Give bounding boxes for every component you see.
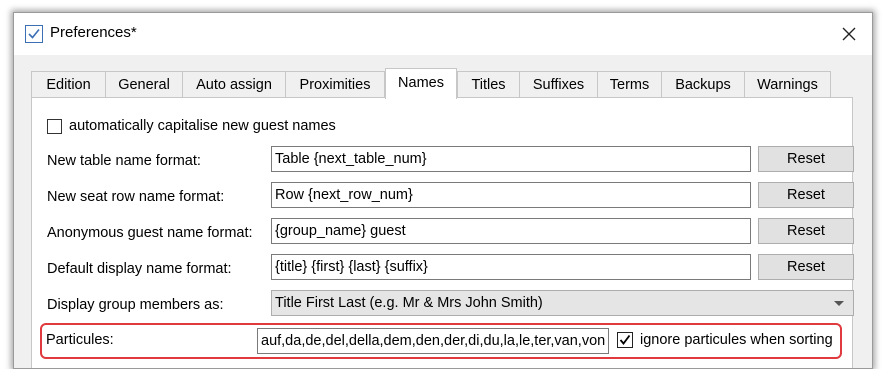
table-format-label: New table name format: — [47, 153, 201, 169]
display-group-select[interactable]: Title First Last (e.g. Mr & Mrs John Smi… — [271, 290, 854, 316]
display-name-format-reset-button[interactable]: Reset — [758, 254, 854, 280]
close-icon[interactable] — [840, 25, 858, 43]
display-group-label: Display group members as: — [47, 297, 224, 313]
seat-row-format-reset-button[interactable]: Reset — [758, 182, 854, 208]
checkmark-icon — [619, 334, 631, 345]
tab-proximities[interactable]: Proximities — [285, 71, 385, 98]
checkbox-app-icon — [25, 25, 43, 43]
display-name-format-label: Default display name format: — [47, 261, 232, 277]
window-title: Preferences* — [50, 24, 137, 41]
display-group-value: Title First Last (e.g. Mr & Mrs John Smi… — [275, 295, 543, 311]
ignore-particules-label: ignore particules when sorting — [640, 332, 833, 348]
tab-auto-assign[interactable]: Auto assign — [182, 71, 286, 98]
tab-terms[interactable]: Terms — [597, 71, 662, 98]
seat-row-format-label: New seat row name format: — [47, 189, 225, 205]
anonymous-guest-format-reset-button[interactable]: Reset — [758, 218, 854, 244]
table-format-reset-button[interactable]: Reset — [758, 146, 854, 172]
tab-names[interactable]: Names — [385, 68, 457, 99]
anonymous-guest-format-input[interactable]: {group_name} guest — [271, 218, 751, 244]
anonymous-guest-format-label: Anonymous guest name format: — [47, 225, 253, 241]
tab-general[interactable]: General — [105, 71, 183, 98]
display-name-format-input[interactable]: {title} {first} {last} {suffix} — [271, 254, 751, 280]
particules-input[interactable]: auf,da,de,del,della,dem,den,der,di,du,la… — [257, 328, 609, 354]
capitalise-checkbox[interactable] — [47, 119, 62, 134]
tab-warnings[interactable]: Warnings — [744, 71, 831, 98]
chevron-down-icon — [834, 301, 844, 306]
capitalise-label: automatically capitalise new guest names — [69, 118, 336, 134]
particules-label: Particules: — [46, 332, 114, 348]
table-format-input[interactable]: Table {next_table_num} — [271, 146, 751, 172]
tab-titles[interactable]: Titles — [457, 71, 520, 98]
seat-row-format-input[interactable]: Row {next_row_num} — [271, 182, 751, 208]
preferences-window: Preferences* Edition General Auto assign… — [13, 12, 873, 369]
tab-backups[interactable]: Backups — [661, 71, 745, 98]
tab-edition[interactable]: Edition — [31, 71, 106, 98]
title-bar: Preferences* — [14, 13, 872, 55]
ignore-particules-checkbox[interactable] — [617, 332, 633, 348]
tab-suffixes[interactable]: Suffixes — [519, 71, 598, 98]
